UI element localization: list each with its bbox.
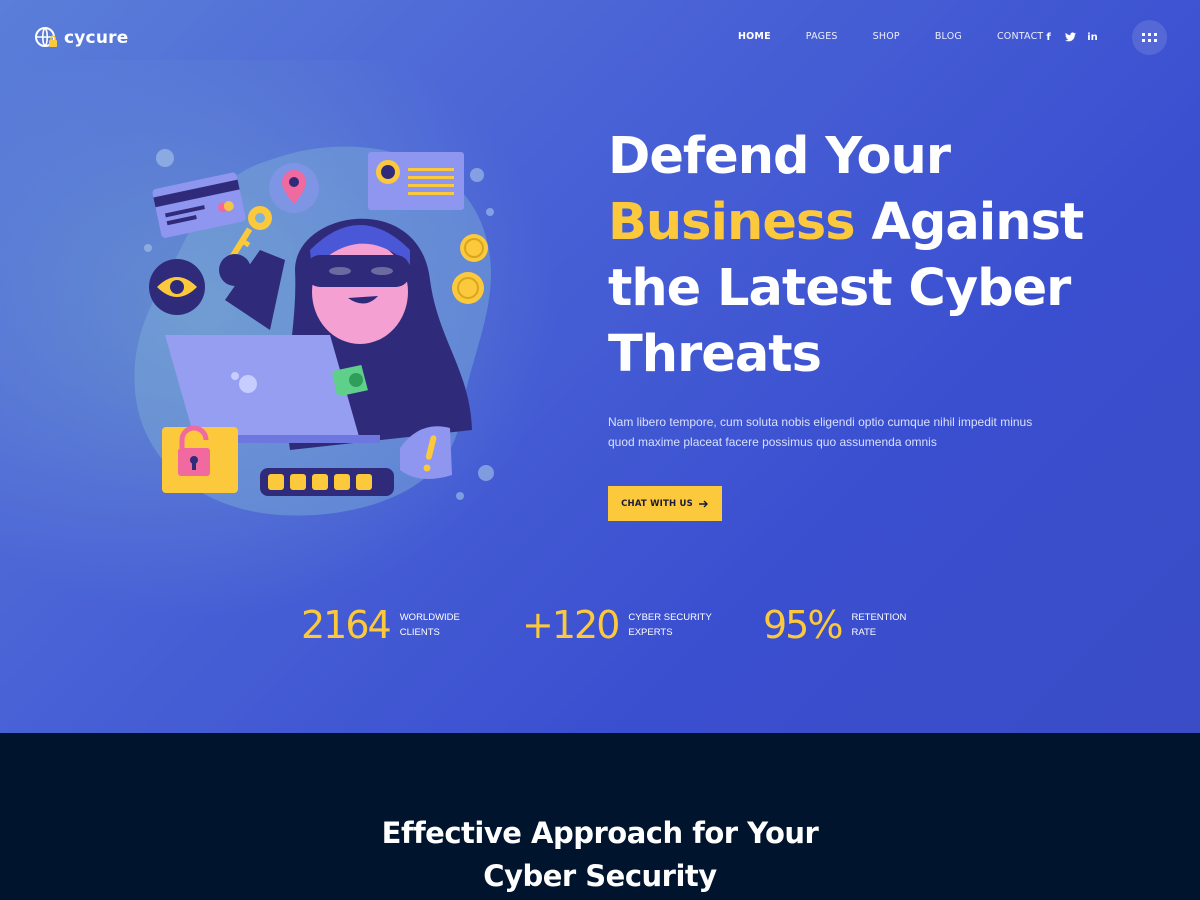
section-title-line-2: Cyber Security bbox=[483, 859, 717, 893]
headline-highlight: Business bbox=[608, 193, 856, 252]
hero-description: Nam libero tempore, cum soluta nobis eli… bbox=[608, 415, 1033, 449]
chat-with-us-button[interactable]: CHAT WITH US bbox=[608, 486, 722, 521]
nav-item-shop[interactable]: SHOP bbox=[873, 31, 900, 42]
nav-item-contact[interactable]: CONTACT bbox=[997, 31, 1043, 42]
stat-label: WORLDWIDE CLIENTS bbox=[400, 610, 500, 640]
headline-line-4: Threats bbox=[608, 325, 822, 384]
stat-label-line-1: RETENTION bbox=[851, 612, 907, 623]
stat-label: RETENTION RATE bbox=[851, 610, 951, 640]
headline-line-2-rest: Against bbox=[854, 193, 1084, 252]
stat-label-line-1: CYBER SECURITY bbox=[628, 612, 712, 623]
arrow-right-icon bbox=[698, 500, 708, 507]
stat-label-line-2: EXPERTS bbox=[628, 627, 673, 638]
brand-name: cycure bbox=[64, 28, 129, 48]
site-logo[interactable]: cycure bbox=[34, 25, 128, 51]
social-links: f in bbox=[1043, 30, 1098, 44]
nav-item-blog[interactable]: BLOG bbox=[935, 31, 962, 42]
headline-line-1: Defend Your bbox=[608, 127, 951, 186]
twitter-icon[interactable] bbox=[1065, 32, 1076, 42]
section-title-line-1: Effective Approach for Your bbox=[381, 816, 819, 850]
cta-label: CHAT WITH US bbox=[621, 498, 693, 509]
stat-cyber-security-experts: +120 CYBER SECURITY EXPERTS bbox=[522, 602, 728, 648]
stat-retention-rate: 95% RETENTION RATE bbox=[763, 602, 951, 648]
main-nav: HOME PAGES SHOP BLOG CONTACT bbox=[738, 31, 1078, 42]
globe-lock-icon bbox=[35, 27, 57, 47]
stat-value: 95% bbox=[763, 603, 843, 647]
stat-label-line-2: RATE bbox=[851, 627, 877, 638]
stat-value: 2164 bbox=[301, 603, 392, 647]
approach-section-title: Effective Approach for Your Cyber Securi… bbox=[0, 812, 1200, 898]
linkedin-icon[interactable]: in bbox=[1087, 30, 1098, 44]
menu-grid-button[interactable] bbox=[1132, 20, 1167, 55]
facebook-icon[interactable]: f bbox=[1043, 30, 1054, 44]
hacker-illustration bbox=[134, 146, 494, 516]
stat-label-line-1: WORLDWIDE bbox=[399, 612, 460, 623]
headline-line-3: the Latest Cyber bbox=[608, 259, 1071, 318]
stat-value: +120 bbox=[522, 603, 620, 647]
stat-label: CYBER SECURITY EXPERTS bbox=[628, 610, 728, 640]
nav-item-pages[interactable]: PAGES bbox=[806, 31, 838, 42]
hero-section: cycure HOME PAGES SHOP BLOG CONTACT f in bbox=[0, 0, 1200, 733]
stat-label-line-2: CLIENTS bbox=[399, 627, 440, 638]
hero-headline: Defend Your Business Against the Latest … bbox=[608, 124, 1128, 388]
stat-worldwide-clients: 2164 WORLDWIDE CLIENTS bbox=[301, 602, 500, 648]
grid-dots-icon bbox=[1142, 33, 1157, 42]
nav-item-home[interactable]: HOME bbox=[738, 31, 771, 42]
